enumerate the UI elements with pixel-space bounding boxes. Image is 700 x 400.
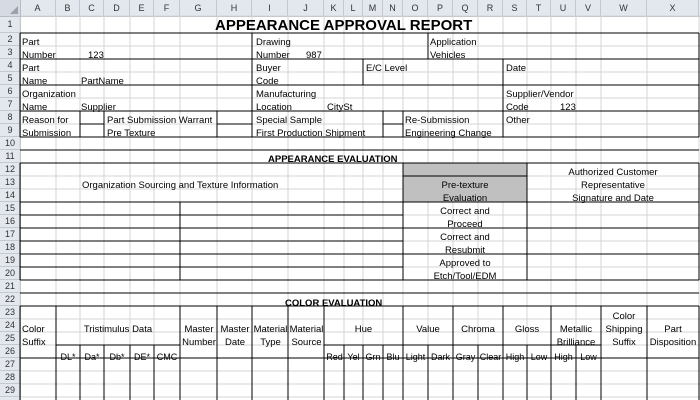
subheader-dark: Dark [430, 352, 450, 362]
master-number-header: Master [184, 324, 214, 335]
acr-header: Authorized Customer [568, 167, 658, 178]
master-date-header: Master [220, 324, 250, 335]
material-source-header: Material [289, 324, 324, 335]
master-number-header-2: Number [182, 337, 216, 348]
tristimulus-header: Tristimulus Data [83, 324, 153, 335]
subheader-red: Red [326, 352, 343, 362]
subheader-da: Da* [84, 352, 100, 362]
organization-label: Organization [22, 89, 76, 100]
subheader-metallic-high: High [554, 352, 573, 362]
pretexture-header: Pre-texture [441, 180, 489, 191]
supplier-vendor-label: Supplier/Vendor [506, 89, 574, 100]
subheader-de: DE* [133, 352, 150, 362]
subheader-dl: DL* [60, 352, 76, 362]
manufacturing-location-value[interactable]: CitySt [327, 102, 352, 114]
material-source-header-2: Source [291, 337, 322, 348]
first-production-option[interactable]: First Production Shipment [256, 128, 365, 140]
subheader-cmc: CMC [156, 352, 178, 362]
subheader-gloss-low: Low [530, 352, 548, 362]
hue-header: Hue [354, 324, 373, 335]
part-name-value[interactable]: PartName [81, 76, 124, 88]
pretexture-header-2: Evaluation [442, 193, 488, 204]
correct-proceed-option-2[interactable]: Proceed [403, 219, 527, 231]
subheader-gloss-high: High [505, 352, 525, 362]
color-suffix-header: Color [22, 324, 45, 335]
submission-label: Submission [22, 128, 72, 139]
ec-level-label: E/C Level [366, 63, 408, 74]
part-number-value[interactable]: 123 [88, 50, 104, 62]
spreadsheet[interactable]: ABCDEFGHIJKLMNOPQRSTUVWX 1 2 3 4 5 6 7 8 9 10 11 12… [0, 0, 700, 400]
date-label: Date [506, 63, 527, 74]
sourcing-info-label: Organization Sourcing and Texture Inform… [82, 180, 279, 191]
supplier-code-value[interactable]: 123 [560, 102, 576, 114]
drawing-label: Drawing [256, 37, 291, 48]
appearance-section-title: APPEARANCE EVALUATION [268, 154, 398, 165]
color-section-title: COLOR EVALUATION [285, 298, 383, 309]
part-number-label: Number [22, 50, 56, 61]
organization-name-label: Name [22, 102, 48, 113]
pre-texture-option[interactable]: Pre Texture [107, 128, 155, 140]
metallic-header: Metallic [559, 324, 593, 335]
subheader-db: Db* [109, 352, 125, 362]
special-sample-option[interactable]: Special Sample [256, 115, 322, 127]
material-type-header: Material [253, 324, 288, 335]
master-date-header-2: Date [224, 337, 246, 348]
material-type-header-2: Type [260, 337, 281, 348]
vehicles-label: Vehicles [430, 50, 466, 61]
manufacturing-location-label: Location [256, 102, 292, 113]
metallic-header-2: Brilliance [556, 337, 596, 348]
psw-option[interactable]: Part Submission Warrant [107, 115, 212, 127]
correct-resubmit-option[interactable]: Correct and [403, 232, 527, 244]
drawing-number-label: Number [256, 50, 290, 61]
correct-resubmit-option-2[interactable]: Resubmit [403, 245, 527, 257]
value-header: Value [416, 324, 440, 335]
gloss-header: Gloss [514, 324, 540, 335]
report-title: APPEARANCE APPROVAL REPORT [215, 17, 473, 34]
part-disposition-header: Part [664, 324, 682, 335]
reason-label: Reason for [22, 115, 69, 126]
subheader-clear: Clear [479, 352, 502, 362]
subheader-yel: Yel [347, 352, 360, 362]
part-name-label: Part [22, 63, 40, 74]
select-all-corner[interactable] [0, 0, 21, 17]
acr-header-2: Representative [581, 180, 645, 191]
resubmission-option[interactable]: Re-Submission [405, 115, 469, 127]
part-disposition-header-2: Disposition [649, 337, 697, 348]
approved-etch-option[interactable]: Approved to [403, 258, 527, 270]
subheader-blu: Blu [386, 352, 400, 362]
correct-proceed-option[interactable]: Correct and [403, 206, 527, 218]
acr-header-3: Signature and Date [572, 193, 654, 204]
approved-etch-option-2[interactable]: Etch/Tool/EDM [403, 271, 527, 283]
subheader-light: Light [405, 352, 426, 362]
part-name-label-2: Name [22, 76, 48, 87]
shipping-suffix-header: Color [612, 311, 636, 322]
buyer-label: Buyer [256, 63, 281, 74]
supplier-code-label: Code [506, 102, 529, 113]
subheader-metallic-low: Low [580, 352, 597, 362]
manufacturing-label: Manufacturing [256, 89, 317, 100]
subheader-gray: Gray [455, 352, 476, 362]
drawing-number-value[interactable]: 987 [306, 50, 322, 62]
engineering-change-option[interactable]: Engineering Change [405, 128, 492, 140]
color-suffix-header-2: Suffix [22, 337, 46, 348]
application-label: Application [430, 37, 477, 48]
buyer-code-label: Code [256, 76, 279, 87]
shipping-suffix-header-3: Suffix [612, 337, 636, 348]
chroma-header: Chroma [461, 324, 495, 335]
other-option[interactable]: Other [506, 115, 530, 127]
subheader-grn: Grn [365, 352, 381, 362]
part-label: Part [22, 37, 40, 48]
organization-name-value[interactable]: Supplier [81, 102, 116, 114]
shipping-suffix-header-2: Shipping [605, 324, 643, 335]
